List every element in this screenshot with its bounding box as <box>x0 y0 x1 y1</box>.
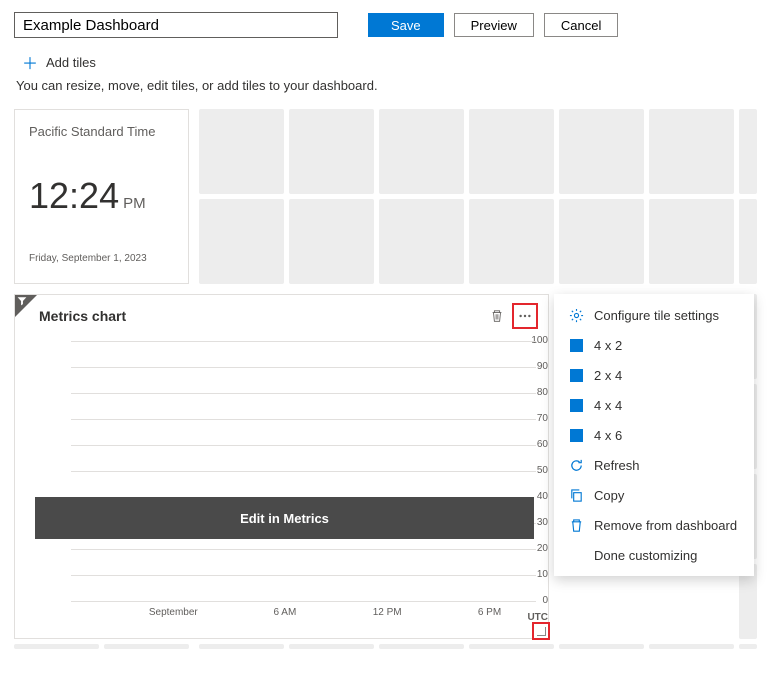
empty-slot[interactable] <box>469 199 554 284</box>
menu-label: Remove from dashboard <box>594 518 737 533</box>
menu-label: Configure tile settings <box>594 308 719 323</box>
menu-label: 4 x 6 <box>594 428 622 443</box>
empty-slot[interactable] <box>199 109 284 194</box>
empty-slot[interactable] <box>289 199 374 284</box>
empty-slot[interactable] <box>379 199 464 284</box>
empty-slot[interactable] <box>379 109 464 194</box>
empty-slot[interactable] <box>104 644 189 649</box>
menu-size-4x6[interactable]: 4 x 6 <box>554 420 754 450</box>
clock-time: 12:24 <box>29 175 119 217</box>
metrics-chart-tile[interactable]: Metrics chart 100 90 80 70 60 50 <box>14 294 549 639</box>
menu-label: Done customizing <box>594 548 697 563</box>
empty-slot[interactable] <box>559 644 644 649</box>
menu-configure-tile[interactable]: Configure tile settings <box>554 300 754 330</box>
filter-icon[interactable] <box>17 296 27 306</box>
clock-timezone: Pacific Standard Time <box>29 124 174 139</box>
size-icon <box>568 367 584 383</box>
empty-slot[interactable] <box>649 199 734 284</box>
empty-slot[interactable] <box>739 199 757 284</box>
empty-slot[interactable] <box>289 109 374 194</box>
size-icon <box>568 337 584 353</box>
refresh-icon <box>568 457 584 473</box>
hint-text: You can resize, move, edit tiles, or add… <box>16 78 757 93</box>
dashboard-grid[interactable]: Pacific Standard Time 12:24 PM Friday, S… <box>14 109 757 649</box>
clock-tile[interactable]: Pacific Standard Time 12:24 PM Friday, S… <box>14 109 189 284</box>
clock-date: Friday, September 1, 2023 <box>29 253 174 264</box>
empty-slot[interactable] <box>199 199 284 284</box>
menu-remove[interactable]: Remove from dashboard <box>554 510 754 540</box>
clock-ampm: PM <box>123 195 146 212</box>
empty-slot[interactable] <box>649 644 734 649</box>
menu-copy[interactable]: Copy <box>554 480 754 510</box>
empty-slot[interactable] <box>14 644 99 649</box>
x-tick: 6 AM <box>273 607 296 618</box>
spacer-icon <box>568 547 584 563</box>
menu-label: Copy <box>594 488 624 503</box>
menu-done-customizing[interactable]: Done customizing <box>554 540 754 570</box>
dashboard-name-input[interactable] <box>14 12 338 38</box>
edit-in-metrics-button[interactable]: Edit in Metrics <box>35 497 534 539</box>
cancel-button[interactable]: Cancel <box>544 13 618 37</box>
chart-area: 100 90 80 70 60 50 40 30 20 10 0 Edit in… <box>15 333 548 627</box>
x-tick: September <box>149 607 198 618</box>
menu-refresh[interactable]: Refresh <box>554 450 754 480</box>
metrics-title: Metrics chart <box>39 308 126 324</box>
resize-handle[interactable] <box>532 622 550 640</box>
size-icon <box>568 397 584 413</box>
menu-label: Refresh <box>594 458 640 473</box>
menu-size-4x4[interactable]: 4 x 4 <box>554 390 754 420</box>
x-tick: 6 PM <box>478 607 501 618</box>
plus-icon: ＋ <box>22 50 38 74</box>
empty-slot[interactable] <box>469 644 554 649</box>
gear-icon <box>568 307 584 323</box>
copy-icon <box>568 487 584 503</box>
preview-button[interactable]: Preview <box>454 13 534 37</box>
empty-slot[interactable] <box>649 109 734 194</box>
empty-slot[interactable] <box>739 644 757 649</box>
empty-slot[interactable] <box>199 644 284 649</box>
delete-tile-icon[interactable] <box>488 307 506 325</box>
add-tiles-button[interactable]: ＋ Add tiles <box>22 50 757 74</box>
empty-slot[interactable] <box>469 109 554 194</box>
empty-slot[interactable] <box>289 644 374 649</box>
more-options-button[interactable] <box>512 303 538 329</box>
menu-label: 4 x 2 <box>594 338 622 353</box>
add-tiles-label: Add tiles <box>46 55 96 70</box>
empty-slot[interactable] <box>559 199 644 284</box>
menu-size-2x4[interactable]: 2 x 4 <box>554 360 754 390</box>
save-button[interactable]: Save <box>368 13 444 37</box>
trash-icon <box>568 517 584 533</box>
empty-slot[interactable] <box>559 109 644 194</box>
x-tick: 12 PM <box>373 607 402 618</box>
menu-label: 2 x 4 <box>594 368 622 383</box>
tile-context-menu: Configure tile settings 4 x 2 2 x 4 4 x … <box>554 294 754 576</box>
empty-slot[interactable] <box>739 109 757 194</box>
size-icon <box>568 427 584 443</box>
menu-label: 4 x 4 <box>594 398 622 413</box>
menu-size-4x2[interactable]: 4 x 2 <box>554 330 754 360</box>
empty-slot[interactable] <box>379 644 464 649</box>
